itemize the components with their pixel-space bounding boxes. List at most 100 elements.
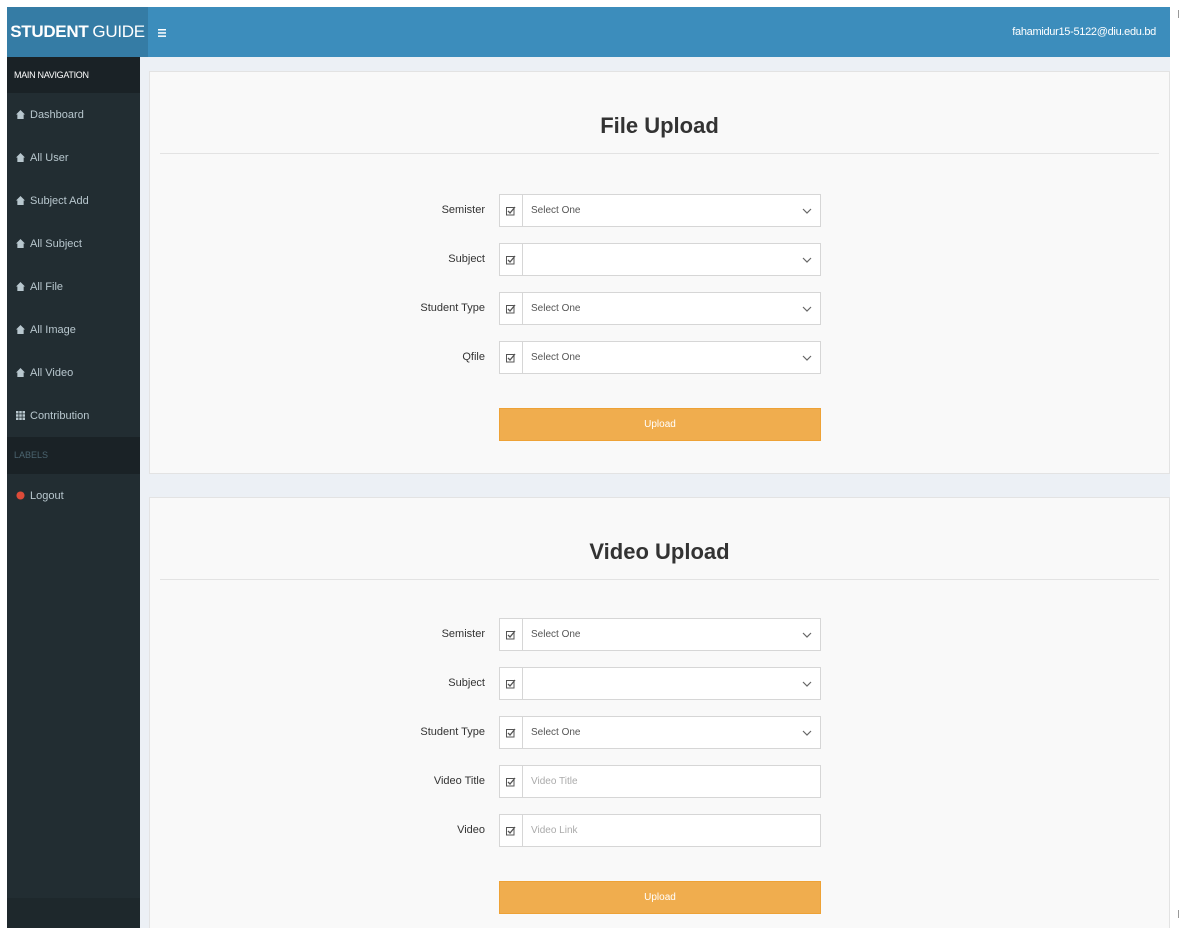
sidebar-item-label: Logout [30, 489, 64, 502]
video-student-type-select[interactable]: Select One [523, 716, 821, 749]
student-type-label: Student Type [420, 726, 485, 738]
dashboard-icon [15, 196, 25, 206]
chevron-down-icon [802, 632, 812, 638]
semister-select-value: Select One [531, 205, 581, 216]
qfile-row: Qfile Select One [150, 341, 1169, 374]
dashboard-icon [15, 153, 25, 163]
main-navigation-header: MAIN NAVIGATION [7, 57, 140, 93]
checkbox-icon [499, 243, 523, 276]
sidebar-item-label: All Video [30, 366, 74, 379]
top-header: STUDENT GUIDE fahamidur15-5122@diu.edu.b… [7, 7, 1170, 57]
video-link-placeholder: Video Link [531, 825, 578, 836]
video-title-input[interactable]: Video Title [523, 765, 821, 798]
checkbox-icon [499, 814, 523, 847]
sidebar-item-all-subject[interactable]: All Subject [7, 222, 140, 265]
main-content: File Upload Semister Select One Subject … [140, 57, 1183, 928]
subject-label: Subject [448, 253, 485, 265]
sidebar-item-label: Contribution [30, 409, 90, 422]
chevron-down-icon [802, 355, 812, 361]
semister-row: Semister Select One [150, 194, 1169, 227]
top-navbar: fahamidur15-5122@diu.edu.bd [148, 7, 1170, 57]
checkbox-icon [499, 341, 523, 374]
video-upload-panel: Video Upload Semister Select One Subject… [149, 497, 1170, 928]
video-title-label: Video Title [433, 775, 485, 787]
student-type-row: Student Type Select One [150, 292, 1169, 325]
sidebar-item-all-user[interactable]: All User [7, 136, 140, 179]
sidebar-item-dashboard[interactable]: Dashboard [7, 93, 140, 136]
student-type-select[interactable]: Select One [523, 292, 821, 325]
chevron-down-icon [802, 257, 812, 263]
video-student-type-row: Student Type Select One [150, 716, 1169, 749]
brand-bold: STUDENT [10, 22, 89, 41]
sidebar-item-label: All Image [30, 323, 76, 336]
semister-label: Semister [441, 204, 485, 216]
subject-row: Subject [150, 243, 1169, 276]
sidebar-item-all-video[interactable]: All Video [7, 351, 140, 394]
hamburger-icon[interactable] [158, 24, 166, 40]
qfile-select-value: Select One [531, 352, 581, 363]
checkbox-icon [499, 765, 523, 798]
subject-select[interactable] [523, 243, 821, 276]
checkbox-icon [499, 194, 523, 227]
video-link-input[interactable]: Video Link [523, 814, 821, 847]
qfile-label: Qfile [462, 351, 485, 363]
chevron-down-icon [802, 681, 812, 687]
checkbox-icon [499, 618, 523, 651]
sidebar-item-all-file[interactable]: All File [7, 265, 140, 308]
scroll-tick [1178, 910, 1179, 918]
video-subject-select[interactable] [523, 667, 821, 700]
student-type-select-value: Select One [531, 303, 581, 314]
sidebar-item-subject-add[interactable]: Subject Add [7, 179, 140, 222]
semister-select-value: Select One [531, 629, 581, 640]
sidebar-item-label: Subject Add [30, 194, 89, 207]
video-semister-select[interactable]: Select One [523, 618, 821, 651]
video-label: Video [457, 824, 485, 836]
video-subject-row: Subject [150, 667, 1169, 700]
video-upload-button[interactable]: Upload [499, 881, 821, 914]
video-semister-row: Semister Select One [150, 618, 1169, 651]
labels-header: LABELS [7, 437, 140, 474]
dashboard-icon [15, 110, 25, 120]
chevron-down-icon [802, 306, 812, 312]
checkbox-icon [499, 292, 523, 325]
circle-icon [15, 491, 25, 501]
video-title-row: Video Title Video Title [150, 765, 1169, 798]
file-upload-button[interactable]: Upload [499, 408, 821, 441]
sidebar-footer [7, 898, 140, 928]
file-upload-title: File Upload [600, 113, 719, 138]
scrollbar[interactable] [1170, 0, 1183, 928]
semister-label: Semister [441, 628, 485, 640]
dashboard-icon [15, 282, 25, 292]
sidebar-item-label: All Subject [30, 237, 82, 250]
divider [160, 579, 1159, 580]
video-link-row: Video Video Link [150, 814, 1169, 847]
checkbox-icon [499, 667, 523, 700]
dashboard-icon [15, 368, 25, 378]
chevron-down-icon [802, 730, 812, 736]
video-upload-title: Video Upload [589, 539, 730, 564]
grid-icon [15, 411, 25, 421]
divider [160, 153, 1159, 154]
video-title-placeholder: Video Title [531, 776, 578, 787]
sidebar-item-logout[interactable]: Logout [7, 474, 140, 517]
sidebar-item-contribution[interactable]: Contribution [7, 394, 140, 437]
user-email[interactable]: fahamidur15-5122@diu.edu.bd [1012, 26, 1156, 38]
sidebar-item-label: All File [30, 280, 64, 293]
checkbox-icon [499, 716, 523, 749]
brand-rest: GUIDE [92, 22, 145, 41]
sidebar-item-label: All User [30, 151, 69, 164]
student-type-label: Student Type [420, 302, 485, 314]
scroll-tick [1178, 10, 1179, 18]
dashboard-icon [15, 239, 25, 249]
sidebar-item-all-image[interactable]: All Image [7, 308, 140, 351]
dashboard-icon [15, 325, 25, 335]
file-upload-panel: File Upload Semister Select One Subject … [149, 71, 1170, 474]
sidebar: MAIN NAVIGATION Dashboard All User Subje… [7, 57, 140, 928]
subject-label: Subject [448, 677, 485, 689]
semister-select[interactable]: Select One [523, 194, 821, 227]
student-type-select-value: Select One [531, 727, 581, 738]
brand-logo[interactable]: STUDENT GUIDE [7, 7, 148, 57]
sidebar-item-label: Dashboard [30, 108, 84, 121]
qfile-select[interactable]: Select One [523, 341, 821, 374]
chevron-down-icon [802, 208, 812, 214]
